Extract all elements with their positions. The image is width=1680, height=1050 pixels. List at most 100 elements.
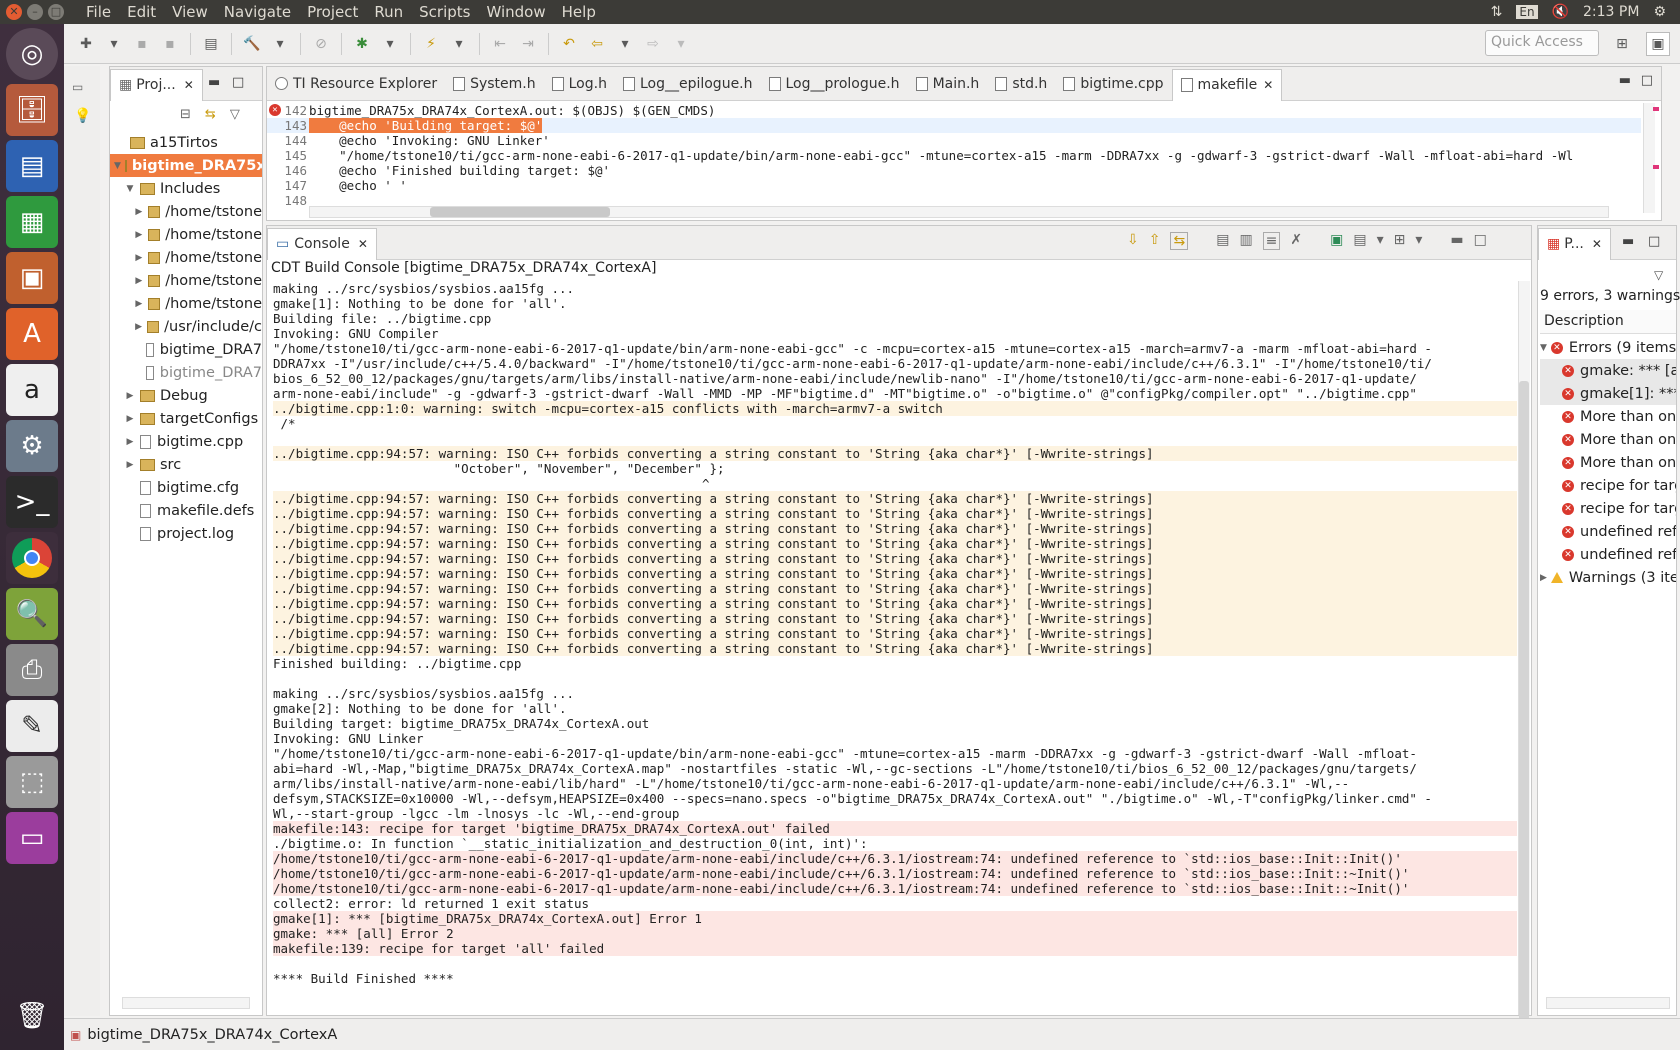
tree-item[interactable]: makefile.defs [110, 499, 262, 522]
printer-icon[interactable]: ⎙ [6, 644, 58, 696]
dropdown-icon[interactable]: ▾ [1415, 232, 1422, 250]
vertical-scrollbar[interactable] [1518, 281, 1530, 1041]
save-icon[interactable]: ▪ [130, 32, 154, 56]
tree-item[interactable]: ▶ /home/tstone [110, 223, 262, 246]
menu-edit[interactable]: Edit [119, 3, 164, 21]
expand-toggle-icon[interactable]: ▶ [124, 437, 136, 447]
clock[interactable]: 2:13 PM [1583, 4, 1639, 20]
search-tool-icon[interactable]: 🔍 [6, 588, 58, 640]
build-hammer-icon[interactable]: 🔨 [240, 32, 264, 56]
expand-toggle-icon[interactable]: ▼ [114, 161, 121, 171]
vertical-scrollbar[interactable] [1643, 103, 1655, 213]
warnings-group[interactable]: ▶ Warnings (3 item [1540, 566, 1676, 589]
terminal-icon[interactable]: >_ [6, 476, 58, 528]
dropdown-icon[interactable]: ▾ [268, 32, 292, 56]
tree-item[interactable]: bigtime_DRA7 [110, 361, 262, 384]
writer-icon[interactable]: ▤ [6, 140, 58, 192]
tree-item[interactable]: ▶ /home/tstone [110, 246, 262, 269]
tab-problems[interactable]: ▦ P... ✕ [1538, 227, 1611, 260]
amazon-icon[interactable]: a [6, 364, 58, 416]
problem-item[interactable]: ✕ More than one [1540, 451, 1676, 474]
problem-item[interactable]: ✕ gmake[1]: *** [1540, 382, 1676, 405]
tree-item[interactable]: ▶ bigtime.cpp [110, 430, 262, 453]
tree-item[interactable]: ▶ /home/tstone [110, 200, 262, 223]
restore-icon[interactable]: ▭ [72, 80, 92, 94]
horizontal-scrollbar[interactable] [1546, 997, 1670, 1009]
expand-toggle-icon[interactable]: ▶ [124, 414, 136, 424]
clear-console-icon[interactable]: ▤ [1216, 232, 1229, 250]
tab-console[interactable]: ▭ Console ✕ [267, 227, 377, 260]
horizontal-scrollbar[interactable] [122, 997, 250, 1009]
expand-toggle-icon[interactable]: ▶ [134, 276, 144, 286]
close-icon[interactable]: ✕ [358, 237, 368, 251]
tree-item[interactable]: project.log [110, 522, 262, 545]
problem-item[interactable]: ✕ undefined ref [1540, 543, 1676, 566]
problem-item[interactable]: ✕ More than one [1540, 405, 1676, 428]
console-output[interactable]: making ../src/sysbios/sysbios.aa15fg ...… [267, 281, 1517, 1015]
ccs-app-icon[interactable]: ▭ [6, 812, 58, 864]
link-editor-icon[interactable]: ⇆ [205, 107, 216, 122]
window-minimize-button[interactable]: – [27, 4, 43, 20]
expand-toggle-icon[interactable]: ▶ [124, 391, 136, 401]
expand-toggle-icon[interactable]: ▶ [134, 299, 144, 309]
expand-toggle-icon[interactable]: ▶ [134, 207, 144, 217]
tree-item[interactable]: ▶ /home/tstone [110, 292, 262, 315]
problem-item[interactable]: ✕ gmake: *** [al [1540, 359, 1676, 382]
expand-toggle-icon[interactable]: ▶ [134, 230, 144, 240]
tree-item[interactable]: ▶ /home/tstone [110, 269, 262, 292]
ubuntu-dash-icon[interactable]: ◎ [6, 28, 58, 80]
close-icon[interactable]: ✕ [1263, 78, 1273, 92]
code-line[interactable]: 147 @echo ' ' [267, 178, 1641, 193]
editor-tab[interactable]: System.h [445, 69, 544, 99]
dropdown-icon[interactable]: ▾ [102, 32, 126, 56]
tree-item[interactable]: ▶ /usr/include/c [110, 315, 262, 338]
problem-item[interactable]: ✕ recipe for targ [1540, 474, 1676, 497]
impress-icon[interactable]: ▣ [6, 252, 58, 304]
network-icon[interactable]: ⇅ [1491, 4, 1503, 20]
expand-toggle-icon[interactable]: ▶ [124, 460, 136, 470]
word-wrap-icon[interactable]: ≡ [1262, 232, 1281, 250]
next-error-icon[interactable]: ⇩ [1127, 232, 1139, 250]
editor-tab[interactable]: Log__epilogue.h [615, 69, 761, 99]
maximize-icon[interactable]: □ [1641, 73, 1653, 88]
files-icon[interactable]: 🗄 [6, 84, 58, 136]
tree-item[interactable]: ▶ src [110, 453, 262, 476]
editor-tab[interactable]: Main.h [908, 69, 988, 99]
lightbulb-icon[interactable]: 💡 [74, 108, 91, 124]
link-console-icon[interactable]: ⇆ [1170, 232, 1189, 250]
display-console-icon[interactable]: ▤ [1353, 232, 1366, 250]
no-entry-icon[interactable]: ⊘ [309, 32, 333, 56]
window-maximize-button[interactable]: □ [48, 4, 64, 20]
editor-tab[interactable]: TI Resource Explorer [267, 69, 445, 99]
tree-item[interactable]: bigtime_DRA7 [110, 338, 262, 361]
calc-icon[interactable]: ▦ [6, 196, 58, 248]
horizontal-scrollbar[interactable] [309, 206, 1609, 218]
dropdown-icon[interactable]: ▾ [1377, 232, 1384, 250]
error-overview-marker[interactable] [1653, 107, 1659, 111]
expand-toggle-icon[interactable]: ▼ [124, 184, 136, 194]
maximize-icon[interactable]: □ [1648, 234, 1660, 249]
keyboard-language-indicator[interactable]: En [1516, 5, 1538, 19]
editor-tab[interactable]: bigtime.cpp [1055, 69, 1171, 99]
description-column-header[interactable]: Description [1540, 310, 1676, 334]
menu-navigate[interactable]: Navigate [216, 3, 299, 21]
close-icon[interactable]: ✕ [1592, 237, 1602, 251]
window-close-button[interactable]: ✕ [6, 4, 22, 20]
back-icon[interactable]: ⇦ [585, 32, 609, 56]
tab-project-explorer[interactable]: ▦ Proj... ✕ [110, 68, 203, 101]
expand-toggle-icon[interactable]: ▶ [134, 322, 143, 332]
debug-bug-icon[interactable]: ✱ [350, 32, 374, 56]
prev-annotation-icon[interactable]: ⇤ [488, 32, 512, 56]
open-perspective-icon[interactable]: ⊞ [1610, 32, 1634, 56]
menu-file[interactable]: File [78, 3, 119, 21]
expand-toggle-icon[interactable]: ▶ [1540, 573, 1547, 583]
menu-help[interactable]: Help [554, 3, 604, 21]
code-line[interactable]: ✕ 143 @echo 'Building target: $@' [267, 104, 1641, 133]
code-line[interactable]: 142 bigtime_DRA75x_DRA74x_CortexA.out: $(… [267, 103, 1641, 118]
volume-icon[interactable]: 🔇 [1552, 4, 1569, 20]
open-console-icon[interactable]: ⊞ [1394, 232, 1406, 250]
cube-app-icon[interactable]: ⬚ [6, 756, 58, 808]
problem-item[interactable]: ✕ undefined ref [1540, 520, 1676, 543]
menu-window[interactable]: Window [478, 3, 553, 21]
trash-icon[interactable]: 🗑 [6, 990, 58, 1042]
